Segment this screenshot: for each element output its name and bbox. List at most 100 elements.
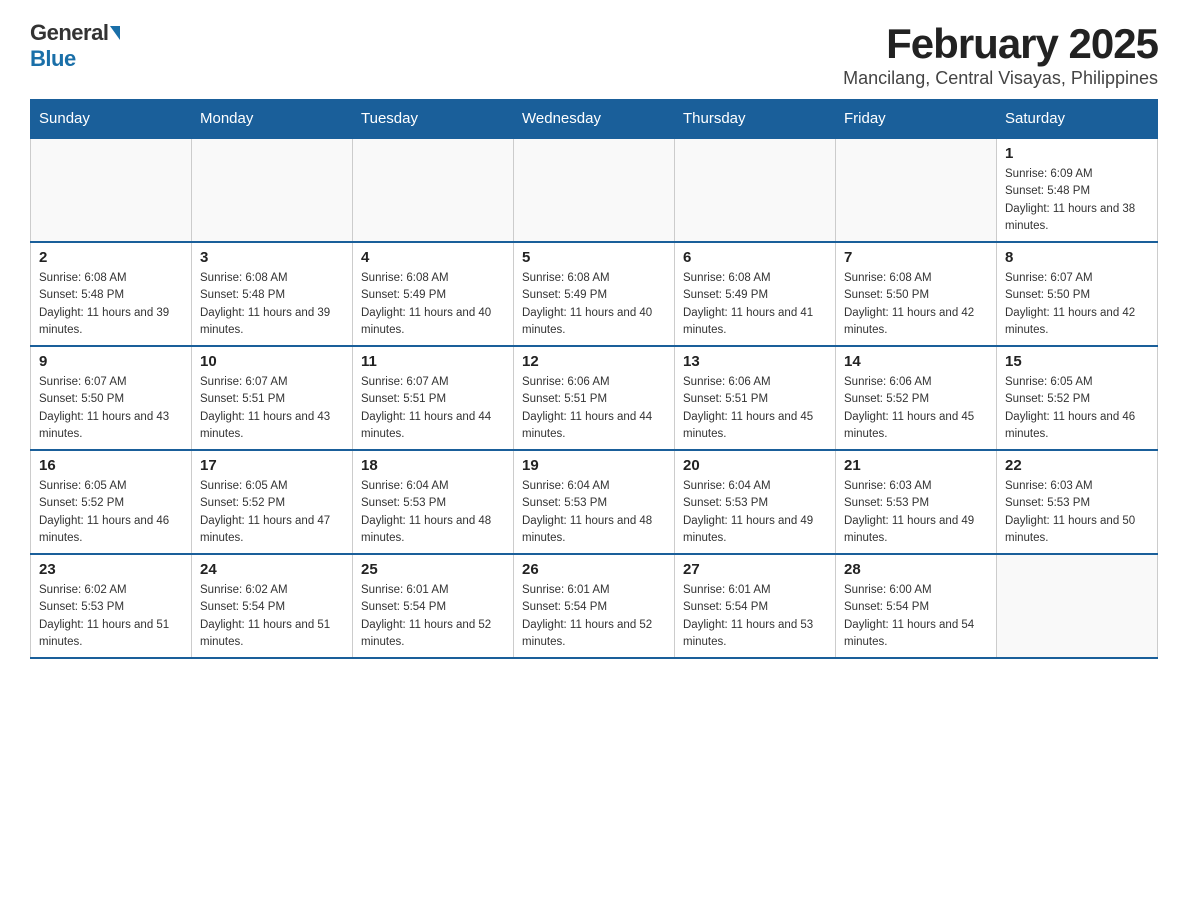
day-number: 28: [844, 561, 988, 578]
day-info: Sunrise: 6:05 AM Sunset: 5:52 PM Dayligh…: [200, 478, 344, 547]
day-number: 7: [844, 249, 988, 266]
calendar-cell: 18 Sunrise: 6:04 AM Sunset: 5:53 PM Dayli…: [353, 450, 514, 554]
calendar-cell: [836, 138, 997, 242]
day-info: Sunrise: 6:01 AM Sunset: 5:54 PM Dayligh…: [683, 582, 827, 651]
logo-blue-text: Blue: [30, 46, 76, 72]
day-info: Sunrise: 6:07 AM Sunset: 5:50 PM Dayligh…: [1005, 270, 1149, 339]
calendar-cell: 23 Sunrise: 6:02 AM Sunset: 5:53 PM Dayli…: [31, 554, 192, 658]
title-block: February 2025 Mancilang, Central Visayas…: [843, 20, 1158, 89]
day-info: Sunrise: 6:07 AM Sunset: 5:51 PM Dayligh…: [200, 374, 344, 443]
day-number: 23: [39, 561, 183, 578]
calendar-week-3: 9 Sunrise: 6:07 AM Sunset: 5:50 PM Daylig…: [31, 346, 1158, 450]
day-info: Sunrise: 6:04 AM Sunset: 5:53 PM Dayligh…: [683, 478, 827, 547]
calendar-cell: 4 Sunrise: 6:08 AM Sunset: 5:49 PM Daylig…: [353, 242, 514, 346]
day-number: 9: [39, 353, 183, 370]
calendar-cell: 9 Sunrise: 6:07 AM Sunset: 5:50 PM Daylig…: [31, 346, 192, 450]
calendar-table: Sunday Monday Tuesday Wednesday Thursday…: [30, 99, 1158, 659]
day-info: Sunrise: 6:07 AM Sunset: 5:51 PM Dayligh…: [361, 374, 505, 443]
calendar-cell: [192, 138, 353, 242]
logo-general-text: General: [30, 20, 108, 46]
calendar-cell: 11Sunrise: 6:07 AM Sunset: 5:51 PM Dayli…: [353, 346, 514, 450]
day-number: 12: [522, 353, 666, 370]
calendar-week-2: 2 Sunrise: 6:08 AM Sunset: 5:48 PM Daylig…: [31, 242, 1158, 346]
day-number: 2: [39, 249, 183, 266]
calendar-cell: 19 Sunrise: 6:04 AM Sunset: 5:53 PM Dayli…: [514, 450, 675, 554]
col-thursday: Thursday: [675, 100, 836, 139]
col-tuesday: Tuesday: [353, 100, 514, 139]
day-number: 8: [1005, 249, 1149, 266]
calendar-header-row: Sunday Monday Tuesday Wednesday Thursday…: [31, 100, 1158, 139]
col-wednesday: Wednesday: [514, 100, 675, 139]
day-info: Sunrise: 6:03 AM Sunset: 5:53 PM Dayligh…: [844, 478, 988, 547]
day-number: 5: [522, 249, 666, 266]
day-info: Sunrise: 6:08 AM Sunset: 5:48 PM Dayligh…: [39, 270, 183, 339]
day-info: Sunrise: 6:07 AM Sunset: 5:50 PM Dayligh…: [39, 374, 183, 443]
col-friday: Friday: [836, 100, 997, 139]
calendar-cell: 27 Sunrise: 6:01 AM Sunset: 5:54 PM Dayli…: [675, 554, 836, 658]
calendar-cell: 2 Sunrise: 6:08 AM Sunset: 5:48 PM Daylig…: [31, 242, 192, 346]
calendar-cell: [353, 138, 514, 242]
calendar-cell: 17 Sunrise: 6:05 AM Sunset: 5:52 PM Dayli…: [192, 450, 353, 554]
calendar-cell: [514, 138, 675, 242]
calendar-cell: [997, 554, 1158, 658]
day-number: 3: [200, 249, 344, 266]
day-info: Sunrise: 6:05 AM Sunset: 5:52 PM Dayligh…: [1005, 374, 1149, 443]
day-number: 22: [1005, 457, 1149, 474]
day-number: 6: [683, 249, 827, 266]
calendar-cell: 8 Sunrise: 6:07 AM Sunset: 5:50 PM Daylig…: [997, 242, 1158, 346]
day-number: 13: [683, 353, 827, 370]
day-info: Sunrise: 6:05 AM Sunset: 5:52 PM Dayligh…: [39, 478, 183, 547]
day-info: Sunrise: 6:02 AM Sunset: 5:54 PM Dayligh…: [200, 582, 344, 651]
day-info: Sunrise: 6:02 AM Sunset: 5:53 PM Dayligh…: [39, 582, 183, 651]
calendar-cell: 21 Sunrise: 6:03 AM Sunset: 5:53 PM Dayli…: [836, 450, 997, 554]
day-number: 21: [844, 457, 988, 474]
day-number: 1: [1005, 145, 1149, 162]
day-info: Sunrise: 6:04 AM Sunset: 5:53 PM Dayligh…: [361, 478, 505, 547]
calendar-cell: 14Sunrise: 6:06 AM Sunset: 5:52 PM Dayli…: [836, 346, 997, 450]
calendar-cell: 25 Sunrise: 6:01 AM Sunset: 5:54 PM Dayli…: [353, 554, 514, 658]
day-info: Sunrise: 6:01 AM Sunset: 5:54 PM Dayligh…: [361, 582, 505, 651]
day-number: 24: [200, 561, 344, 578]
day-info: Sunrise: 6:08 AM Sunset: 5:48 PM Dayligh…: [200, 270, 344, 339]
day-info: Sunrise: 6:08 AM Sunset: 5:49 PM Dayligh…: [683, 270, 827, 339]
day-number: 10: [200, 353, 344, 370]
col-saturday: Saturday: [997, 100, 1158, 139]
day-info: Sunrise: 6:00 AM Sunset: 5:54 PM Dayligh…: [844, 582, 988, 651]
calendar-week-5: 23 Sunrise: 6:02 AM Sunset: 5:53 PM Dayli…: [31, 554, 1158, 658]
calendar-cell: 15Sunrise: 6:05 AM Sunset: 5:52 PM Dayli…: [997, 346, 1158, 450]
calendar-week-1: 1 Sunrise: 6:09 AM Sunset: 5:48 PM Daylig…: [31, 138, 1158, 242]
calendar-cell: [31, 138, 192, 242]
day-number: 17: [200, 457, 344, 474]
day-number: 19: [522, 457, 666, 474]
day-number: 14: [844, 353, 988, 370]
day-info: Sunrise: 6:08 AM Sunset: 5:50 PM Dayligh…: [844, 270, 988, 339]
day-number: 4: [361, 249, 505, 266]
day-number: 26: [522, 561, 666, 578]
day-number: 20: [683, 457, 827, 474]
day-info: Sunrise: 6:06 AM Sunset: 5:51 PM Dayligh…: [522, 374, 666, 443]
logo-arrow-icon: [110, 26, 120, 40]
calendar-cell: [675, 138, 836, 242]
day-info: Sunrise: 6:08 AM Sunset: 5:49 PM Dayligh…: [361, 270, 505, 339]
day-number: 16: [39, 457, 183, 474]
calendar-cell: 13 Sunrise: 6:06 AM Sunset: 5:51 PM Dayli…: [675, 346, 836, 450]
col-monday: Monday: [192, 100, 353, 139]
calendar-cell: 1 Sunrise: 6:09 AM Sunset: 5:48 PM Daylig…: [997, 138, 1158, 242]
day-info: Sunrise: 6:06 AM Sunset: 5:51 PM Dayligh…: [683, 374, 827, 443]
calendar-cell: 3 Sunrise: 6:08 AM Sunset: 5:48 PM Daylig…: [192, 242, 353, 346]
day-info: Sunrise: 6:03 AM Sunset: 5:53 PM Dayligh…: [1005, 478, 1149, 547]
calendar-cell: 16 Sunrise: 6:05 AM Sunset: 5:52 PM Dayli…: [31, 450, 192, 554]
day-info: Sunrise: 6:09 AM Sunset: 5:48 PM Dayligh…: [1005, 166, 1149, 235]
calendar-cell: 24 Sunrise: 6:02 AM Sunset: 5:54 PM Dayli…: [192, 554, 353, 658]
day-info: Sunrise: 6:04 AM Sunset: 5:53 PM Dayligh…: [522, 478, 666, 547]
calendar-cell: 7 Sunrise: 6:08 AM Sunset: 5:50 PM Daylig…: [836, 242, 997, 346]
calendar-cell: 20 Sunrise: 6:04 AM Sunset: 5:53 PM Dayli…: [675, 450, 836, 554]
day-number: 18: [361, 457, 505, 474]
day-info: Sunrise: 6:01 AM Sunset: 5:54 PM Dayligh…: [522, 582, 666, 651]
day-number: 25: [361, 561, 505, 578]
calendar-cell: 28 Sunrise: 6:00 AM Sunset: 5:54 PM Dayli…: [836, 554, 997, 658]
calendar-cell: 22 Sunrise: 6:03 AM Sunset: 5:53 PM Dayli…: [997, 450, 1158, 554]
calendar-cell: 5Sunrise: 6:08 AM Sunset: 5:49 PM Daylig…: [514, 242, 675, 346]
day-number: 27: [683, 561, 827, 578]
calendar-cell: 12 Sunrise: 6:06 AM Sunset: 5:51 PM Dayli…: [514, 346, 675, 450]
